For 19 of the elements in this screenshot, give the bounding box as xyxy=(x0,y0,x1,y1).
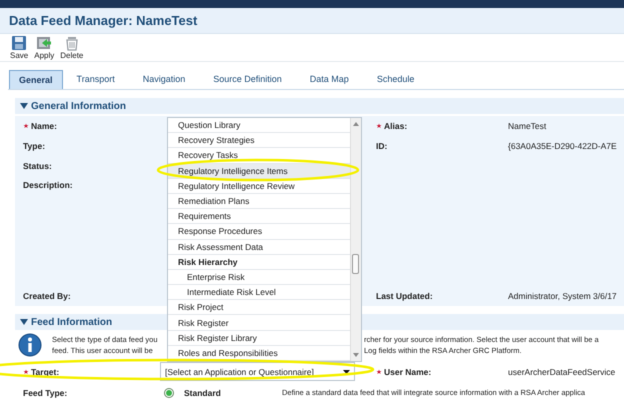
field-label: ID: xyxy=(376,141,388,151)
field-label: Created By: xyxy=(23,291,71,301)
field-value: {63A0A35E-D290-422D-A7E xyxy=(507,140,618,153)
field-label: Name: xyxy=(31,121,57,131)
field-value: userArcherDataFeedService xyxy=(507,366,616,378)
field-value: Administrator, System 3/6/17 xyxy=(507,290,618,303)
field-label: Target: xyxy=(31,366,60,376)
option-label: Standard xyxy=(184,388,222,398)
field-label: Description: xyxy=(23,180,73,190)
field-label: Alias: xyxy=(384,121,408,131)
section-title: Feed Information xyxy=(31,316,112,328)
field-label: Last Updated: xyxy=(376,291,433,301)
field-label: User Name: xyxy=(384,366,432,376)
field-value: NameTest xyxy=(507,120,548,133)
field-label: Feed Type: xyxy=(23,388,68,398)
field-label: Type: xyxy=(23,141,46,151)
window-title: Data Feed Manager: NameTest xyxy=(9,13,198,28)
section-title: General Information xyxy=(31,100,126,112)
field-label: Status: xyxy=(23,161,52,171)
